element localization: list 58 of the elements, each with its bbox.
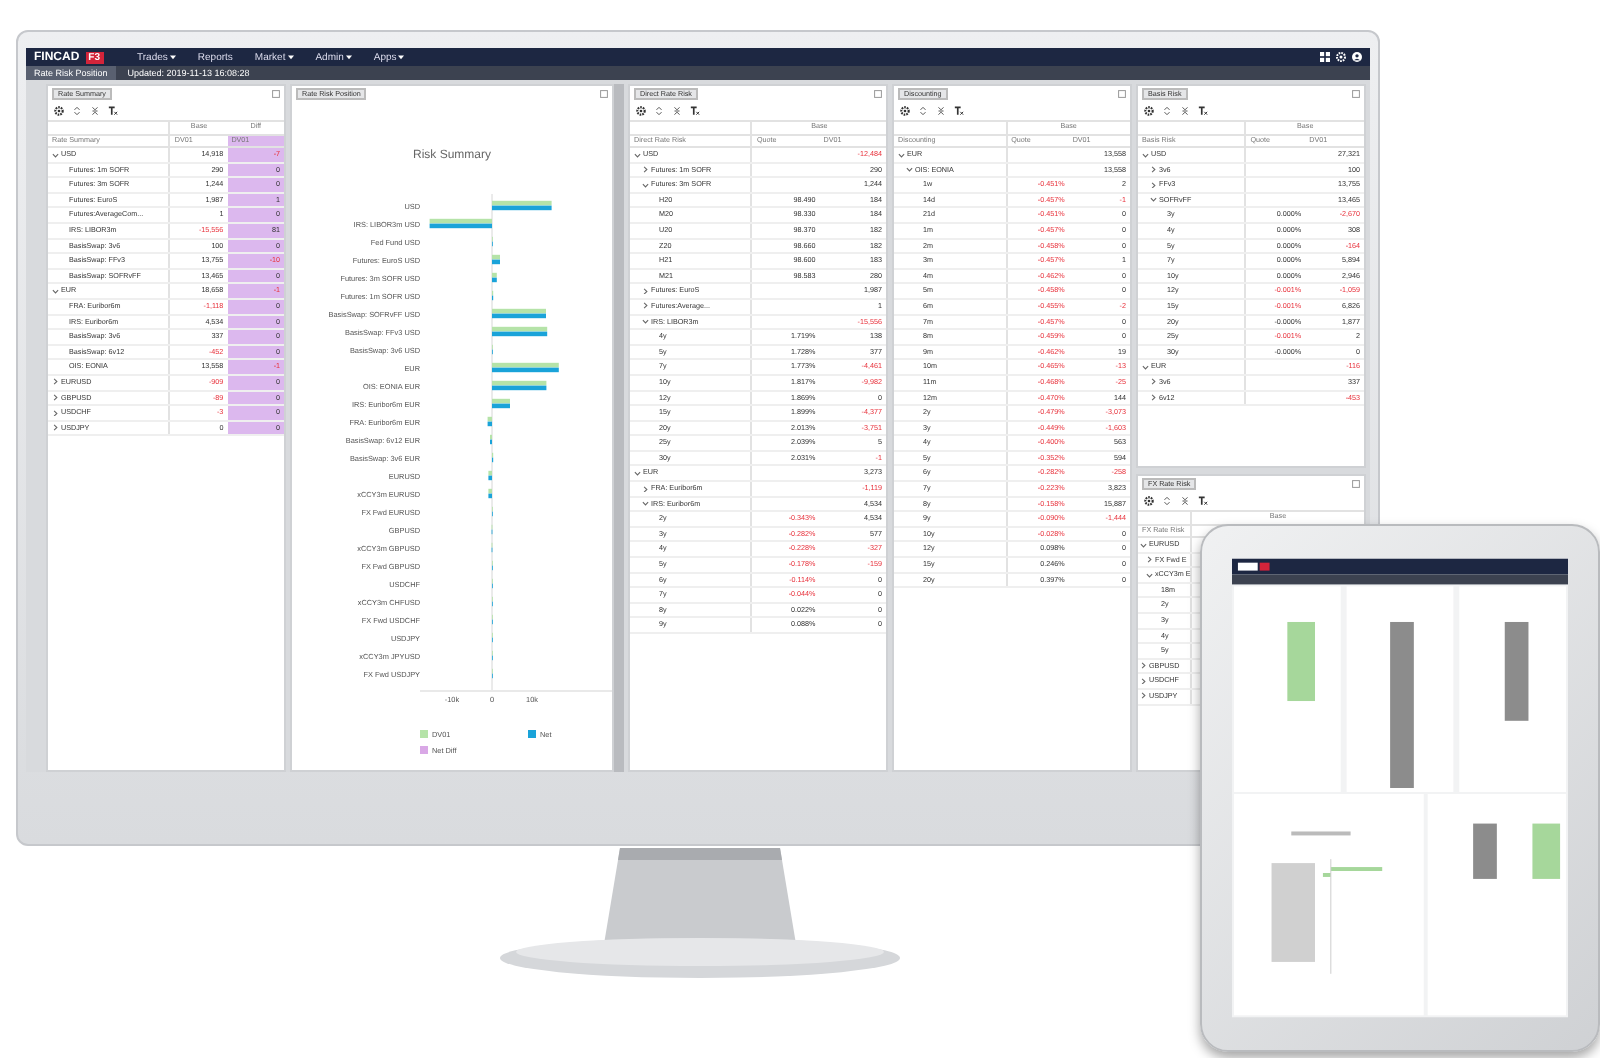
maximize-icon[interactable] xyxy=(1118,90,1126,98)
chevron-down-icon[interactable] xyxy=(634,151,641,159)
chevron-right-icon[interactable] xyxy=(1140,662,1147,670)
chevron-down-icon[interactable] xyxy=(52,287,59,295)
grid-icon[interactable] xyxy=(1320,52,1330,62)
filter-icon[interactable] xyxy=(1198,496,1208,506)
collapse-icon[interactable] xyxy=(1180,496,1190,506)
chevron-down-icon[interactable] xyxy=(1146,571,1153,579)
chevron-down-icon[interactable] xyxy=(634,470,641,478)
maximize-icon[interactable] xyxy=(272,90,280,98)
collapse-icon[interactable] xyxy=(936,106,946,116)
chevron-down-icon[interactable] xyxy=(642,318,649,326)
chevron-right-icon[interactable] xyxy=(1150,378,1157,386)
chevron-down-icon[interactable] xyxy=(642,181,649,189)
chevron-right-icon[interactable] xyxy=(52,394,59,402)
chevron-down-icon[interactable] xyxy=(1140,541,1147,549)
chevron-right-icon[interactable] xyxy=(52,409,59,417)
settings-icon[interactable] xyxy=(54,106,64,116)
filter-icon[interactable] xyxy=(108,106,118,116)
chevron-right-icon[interactable] xyxy=(52,378,59,386)
collapse-icon[interactable] xyxy=(672,106,682,116)
expand-icon[interactable] xyxy=(72,106,82,116)
chevron-down-icon[interactable] xyxy=(1150,196,1157,204)
chevron-down-icon[interactable] xyxy=(52,151,59,159)
chevron-right-icon[interactable] xyxy=(1150,394,1157,402)
chevron-right-icon[interactable] xyxy=(1140,677,1147,685)
expand-icon[interactable] xyxy=(654,106,664,116)
settings-icon[interactable] xyxy=(1144,496,1154,506)
chevron-right-icon[interactable] xyxy=(1146,556,1153,564)
expand-icon[interactable] xyxy=(918,106,928,116)
chevron-down-icon[interactable] xyxy=(1142,363,1149,371)
maximize-icon[interactable] xyxy=(874,90,882,98)
chevron-right-icon[interactable] xyxy=(642,302,649,310)
maximize-icon[interactable] xyxy=(600,90,608,98)
expand-icon[interactable] xyxy=(1162,106,1172,116)
chevron-down-icon[interactable] xyxy=(906,166,913,174)
chevron-right-icon[interactable] xyxy=(642,166,649,174)
settings-icon[interactable] xyxy=(636,106,646,116)
chevron-down-icon[interactable] xyxy=(898,151,905,159)
collapse-icon[interactable] xyxy=(90,106,100,116)
collapse-icon[interactable] xyxy=(1180,106,1190,116)
chevron-right-icon[interactable] xyxy=(1150,166,1157,174)
maximize-icon[interactable] xyxy=(1352,90,1360,98)
chevron-right-icon[interactable] xyxy=(1140,692,1147,700)
user-icon[interactable] xyxy=(1352,52,1362,62)
filter-icon[interactable] xyxy=(954,106,964,116)
chevron-down-icon[interactable] xyxy=(642,500,649,508)
maximize-icon[interactable] xyxy=(1352,480,1360,488)
expand-icon[interactable] xyxy=(1162,496,1172,506)
settings-icon[interactable] xyxy=(1144,106,1154,116)
filter-icon[interactable] xyxy=(690,106,700,116)
chevron-right-icon[interactable] xyxy=(1150,181,1157,189)
chevron-right-icon[interactable] xyxy=(642,485,649,493)
chevron-right-icon[interactable] xyxy=(52,424,59,432)
chevron-right-icon[interactable] xyxy=(642,287,649,295)
settings-icon[interactable] xyxy=(900,106,910,116)
chevron-down-icon[interactable] xyxy=(1142,151,1149,159)
filter-icon[interactable] xyxy=(1198,106,1208,116)
